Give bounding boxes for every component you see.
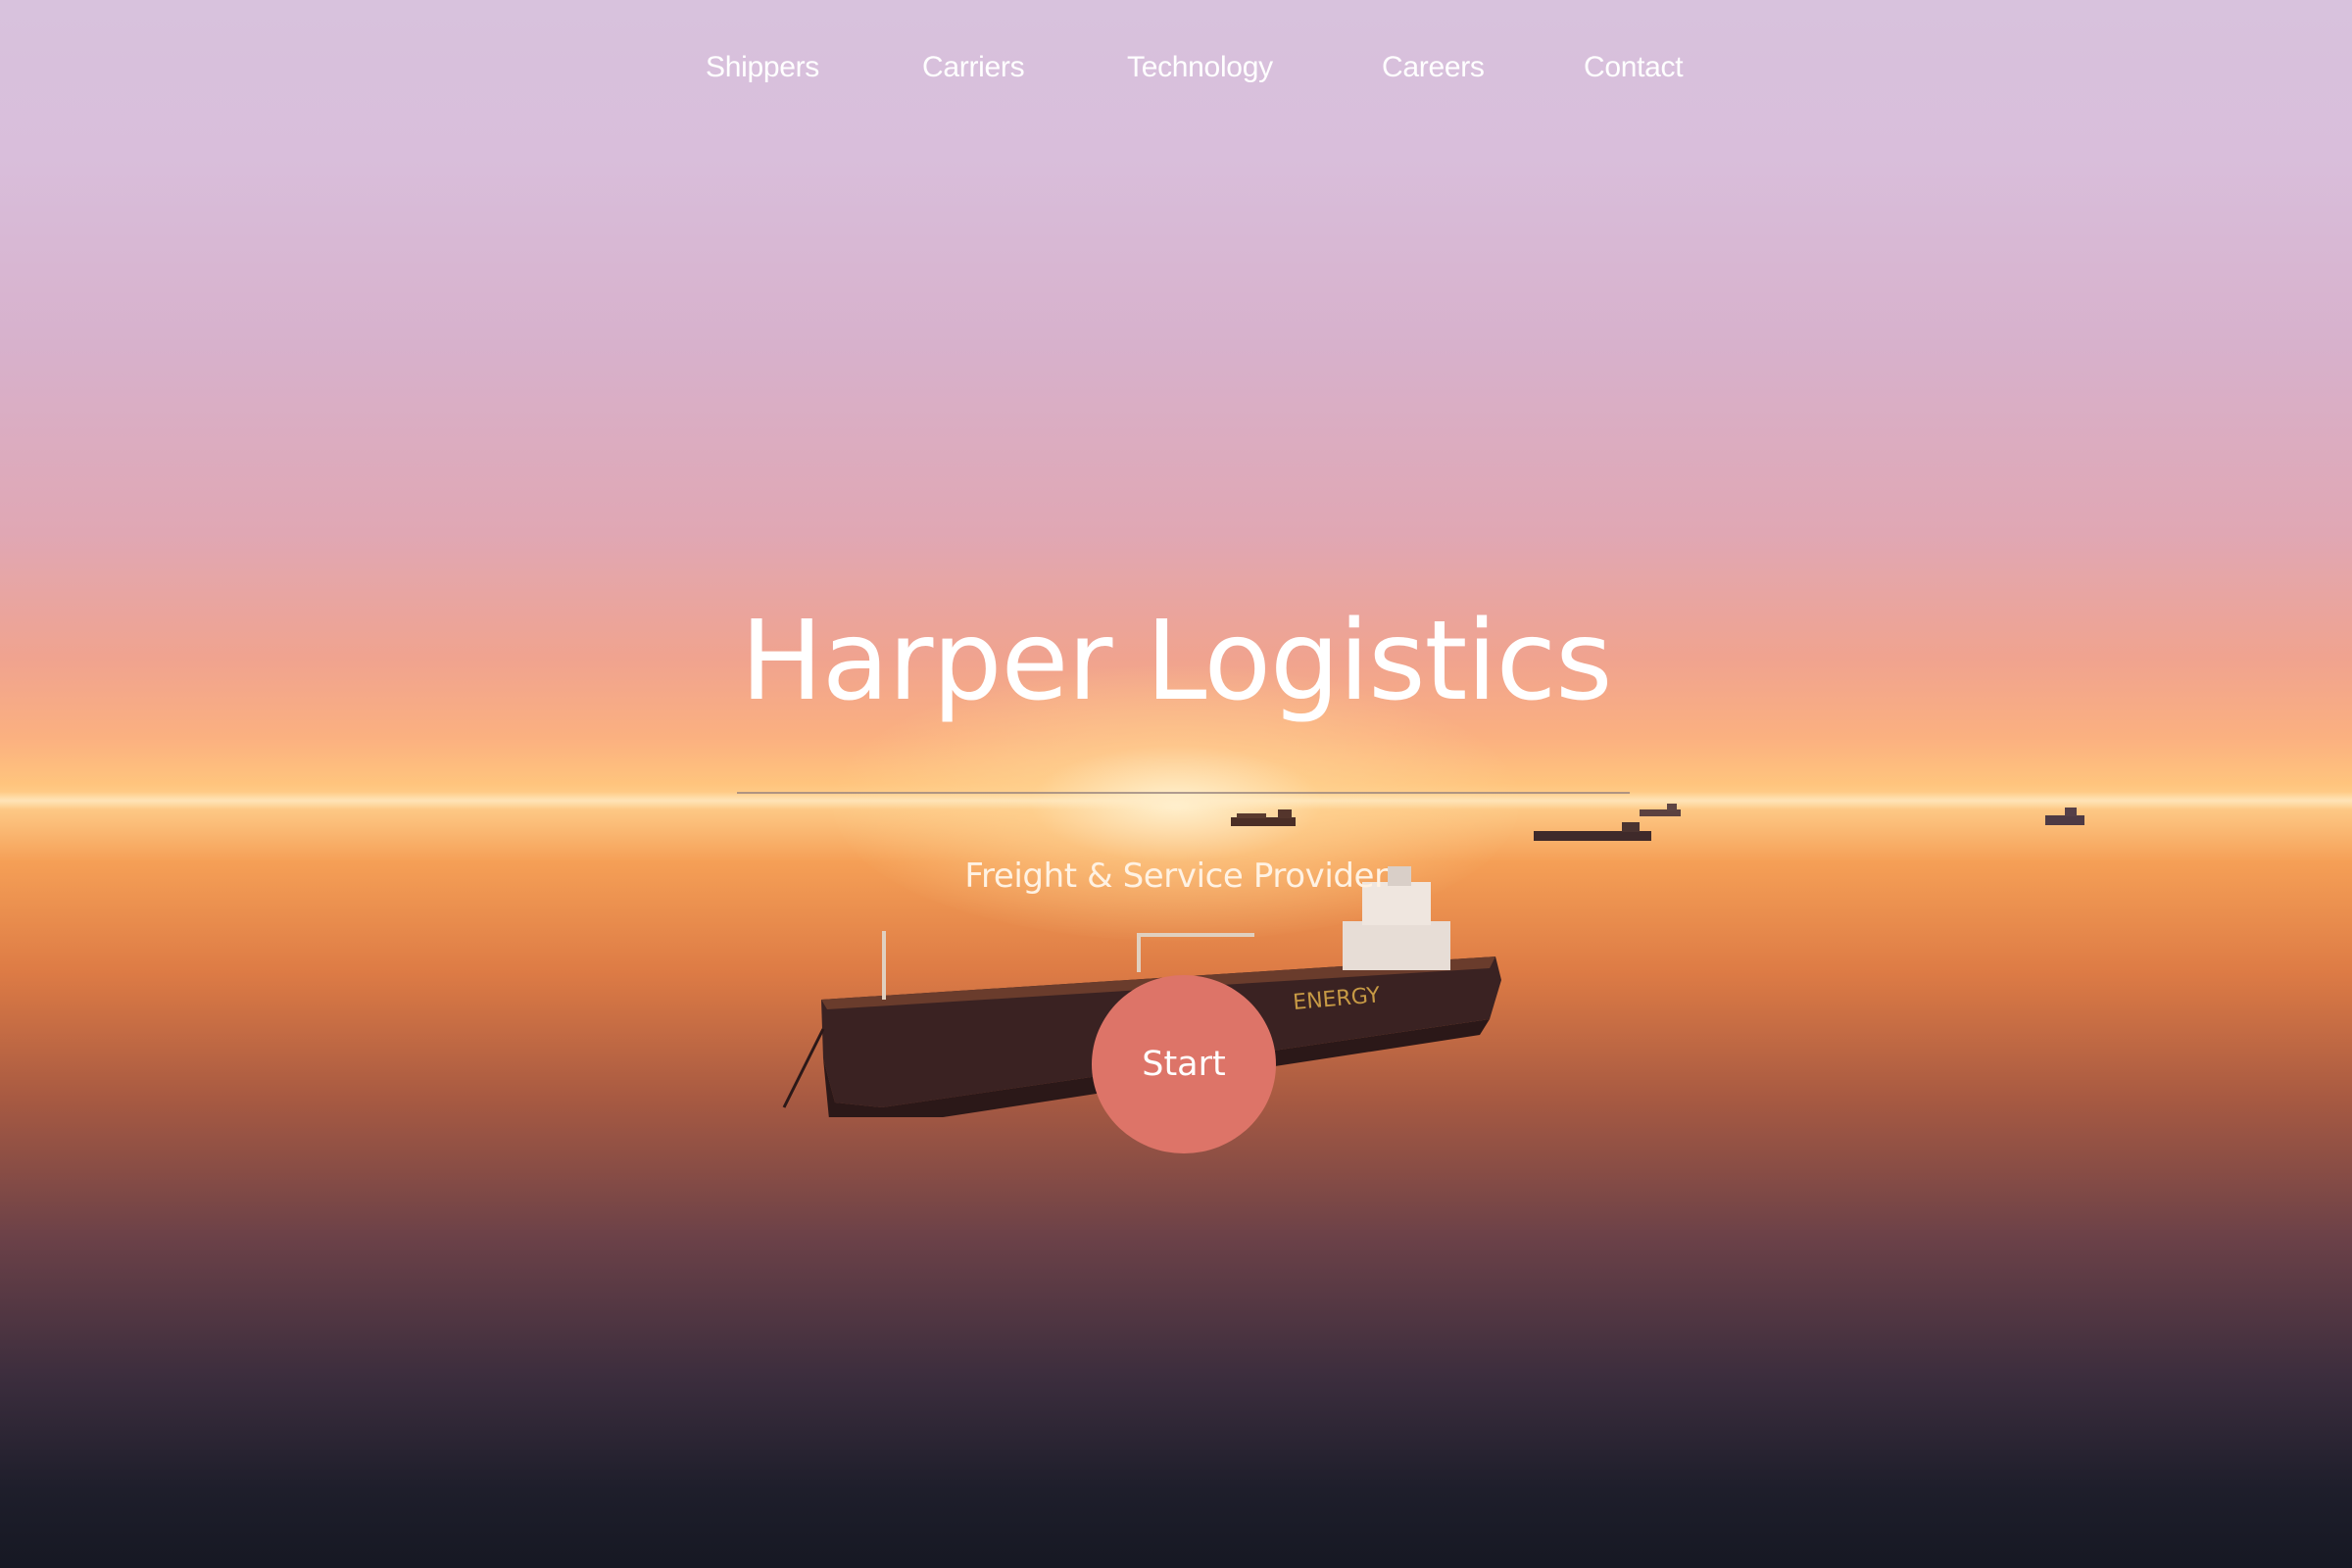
nav-link-careers[interactable]: Careers [1382, 51, 1485, 84]
hero-background: ENERGY [0, 0, 2352, 1568]
nav-link-contact[interactable]: Contact [1584, 51, 1684, 84]
page-title: Harper Logistics [740, 598, 1612, 725]
start-button[interactable]: Start [1092, 975, 1276, 1153]
title-divider [737, 792, 1630, 794]
nav-link-shippers[interactable]: Shippers [706, 51, 819, 84]
page-subtitle: Freight & Service Provider [964, 857, 1388, 896]
nav-link-technology[interactable]: Technology [1127, 51, 1273, 84]
distant-ship-2 [1534, 822, 1651, 841]
main-nav: Shippers Carriers Technology Careers Con… [0, 51, 2352, 94]
distant-ship-3 [1640, 804, 1681, 816]
distant-ship-1 [1231, 809, 1296, 826]
distant-ship-4 [2045, 808, 2084, 825]
horizon-line [0, 792, 2352, 809]
nav-link-carriers[interactable]: Carriers [922, 51, 1025, 84]
